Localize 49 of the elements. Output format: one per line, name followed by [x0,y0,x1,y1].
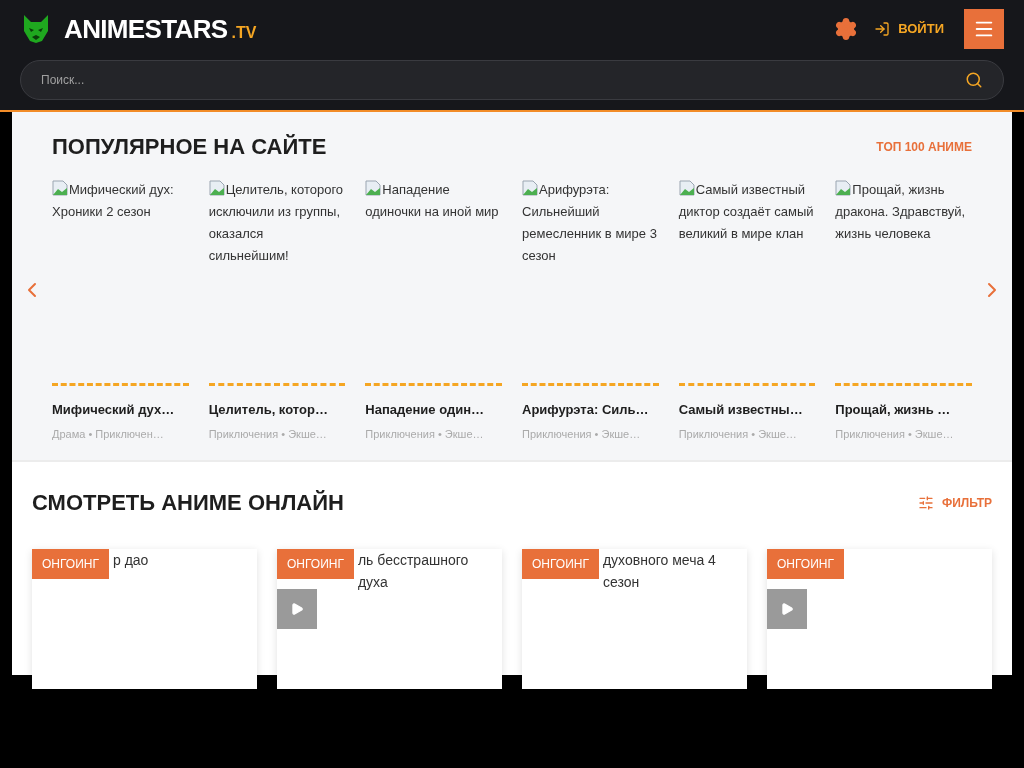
broken-image-icon [522,180,538,196]
image-alt-text: Самый известный диктор создаёт самый великий в мире клан [678,179,815,243]
play-button[interactable] [767,589,807,629]
status-badge: ОНГОИНГ [767,549,844,579]
image-alt-text: Прощай, жизнь дракона. Здравствуй, жизнь человека [835,179,967,243]
genre-list: Приключения • Экше… [678,425,816,442]
genre-list: Приключения • Экше… [522,425,659,442]
image-alt-text: ль бесстрашного духа [356,551,470,592]
search-icon[interactable] [965,71,983,89]
image-alt-text: Нападение одиночки на иной мир [365,179,500,221]
broken-image-icon [835,180,852,196]
search-field[interactable]: Поиск... [20,60,1004,100]
menu-button[interactable] [964,9,1004,49]
sign-in-icon [874,21,891,37]
settings-icon[interactable] [834,17,859,41]
image-alt-text: р дао [111,551,150,570]
anime-title[interactable]: Самый известны… [678,400,816,420]
search-input[interactable]: Поиск... [41,71,965,89]
anime-title[interactable]: Мифический дух… [52,400,189,420]
status-badge: ОНГОИНГ [277,549,354,579]
play-icon [780,602,794,616]
genre-list: Драма • Приключен… [52,425,189,442]
section-title: ПОПУЛЯРНОЕ НА САЙТЕ [52,133,327,161]
section-title: СМОТРЕТЬ АНИМЕ ОНЛАЙН [32,489,344,517]
login-button[interactable]: ВОЙТИ [874,19,944,39]
genre-list: Приключения • Экше… [835,425,972,442]
genre-list: Приключения • Экше… [365,425,502,442]
broken-image-icon [365,180,382,196]
image-alt-text: Мифический дух: Хроники 2 сезон [52,179,175,221]
anime-card[interactable]: ОНГОИНГ ль бесстрашного духа [277,549,502,689]
site-logo[interactable]: ANIMESTARS.TV [64,9,257,49]
play-icon [290,602,304,616]
anime-title[interactable]: Прощай, жизнь … [835,400,972,420]
image-alt-text: Арифурэта: Сильнейший ремесленник в мире 3 сезон [522,179,658,265]
image-alt-text: духовного меча 4 сезон [601,551,717,592]
status-badge: ОНГОИНГ [522,549,599,579]
anime-card[interactable]: ОНГОИНГ духовного меча 4 сезон [522,549,747,689]
anime-title[interactable]: Целитель, котор… [208,400,346,420]
status-badge: ОНГОИНГ [32,549,109,579]
broken-image-icon [208,180,225,196]
anime-card[interactable]: ОНГОИНГ р дао [32,549,257,689]
broken-image-icon [678,180,695,196]
genre-list: Приключения • Экше… [208,425,346,442]
filter-icon [917,494,934,511]
anime-title[interactable]: Нападение один… [365,400,502,420]
image-alt-text: Целитель, которого исключили из группы, оказался сильнейшим! [208,179,345,265]
play-button[interactable] [277,589,317,629]
anime-title[interactable]: Арифурэта: Силь… [522,400,659,420]
broken-image-icon [52,180,68,196]
